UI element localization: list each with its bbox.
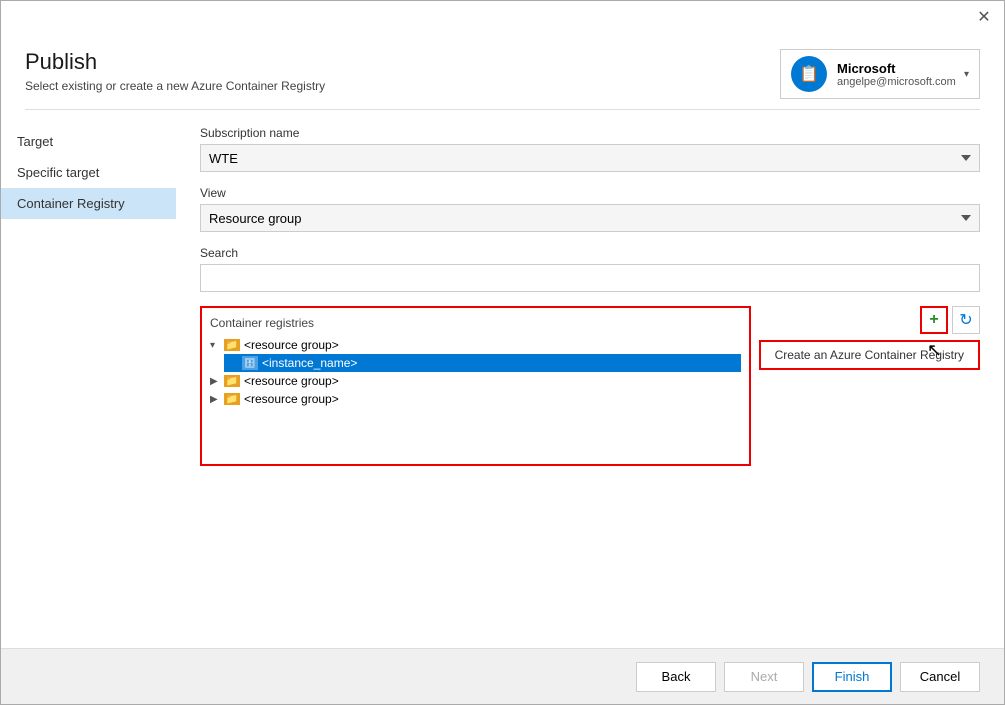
account-avatar: 📋 [791,56,827,92]
registry-icon-instance: 🗄 [242,356,258,370]
account-email: angelpe@microsoft.com [837,76,956,88]
create-registry-button[interactable]: Create an Azure Container Registry [759,340,980,370]
main-content: Target Specific target Container Registr… [1,110,1004,648]
add-registry-button[interactable]: + [920,306,948,334]
tree-label-rg2: <resource group> [244,374,339,388]
search-label: Search [200,246,980,260]
dialog-subtitle: Select existing or create a new Azure Co… [25,79,325,93]
registry-tree-panel: Container registries ▾ 📁 <resource group… [200,306,751,466]
close-button[interactable]: ✕ [974,7,994,27]
title-bar: ✕ [1,1,1004,33]
publish-dialog: ✕ Publish Select existing or create a ne… [0,0,1005,705]
right-panel: + ↻ Create an Azure Container Registry ↖ [759,306,980,466]
header-left: Publish Select existing or create a new … [25,49,325,93]
tree-row-rg2[interactable]: ▶ 📁 <resource group> [210,372,741,390]
expand-icon-rg2: ▶ [210,376,224,387]
footer: Back Next Finish Cancel [1,648,1004,704]
folder-icon-rg3: 📁 [224,393,240,405]
next-button[interactable]: Next [724,662,804,692]
tree-row-rg3[interactable]: ▶ 📁 <resource group> [210,390,741,408]
refresh-button[interactable]: ↻ [952,306,980,334]
view-label: View [200,186,980,200]
subscription-label: Subscription name [200,126,980,140]
dialog-header: Publish Select existing or create a new … [1,33,1004,109]
chevron-down-icon: ▾ [964,69,969,80]
account-info: Microsoft angelpe@microsoft.com [837,61,956,88]
dialog-title: Publish [25,49,325,75]
registry-section: Container registries ▾ 📁 <resource group… [200,306,980,466]
tree-row-instance[interactable]: 🗄 <instance_name> [224,354,741,372]
folder-icon-rg1: 📁 [224,339,240,351]
account-name: Microsoft [837,61,956,76]
sidebar-item-container-registry[interactable]: Container Registry [1,188,176,219]
finish-button[interactable]: Finish [812,662,892,692]
back-button[interactable]: Back [636,662,716,692]
subscription-select[interactable]: WTE [200,144,980,172]
tree-label-instance: <instance_name> [262,356,357,370]
folder-icon-rg2: 📁 [224,375,240,387]
content-area: Subscription name WTE View Resource grou… [176,110,1004,648]
view-select[interactable]: Resource group [200,204,980,232]
refresh-icon: ↻ [959,310,972,330]
tree-row-rg1[interactable]: ▾ 📁 <resource group> [210,336,741,354]
cancel-button[interactable]: Cancel [900,662,980,692]
view-group: View Resource group [200,186,980,232]
registry-tree-header: Container registries [210,316,741,330]
tree-label-rg1: <resource group> [244,338,339,352]
search-input[interactable] [200,264,980,292]
expand-icon-rg1: ▾ [210,340,224,351]
search-group: Search [200,246,980,292]
plus-icon: + [929,311,938,329]
sidebar-item-specific-target[interactable]: Specific target [1,157,176,188]
subscription-group: Subscription name WTE [200,126,980,172]
icon-btn-row: + ↻ [920,306,980,334]
avatar-icon: 📋 [799,64,819,84]
expand-icon-rg3: ▶ [210,394,224,405]
tree-label-rg3: <resource group> [244,392,339,406]
sidebar: Target Specific target Container Registr… [1,110,176,648]
sidebar-item-target[interactable]: Target [1,126,176,157]
account-badge[interactable]: 📋 Microsoft angelpe@microsoft.com ▾ [780,49,980,99]
